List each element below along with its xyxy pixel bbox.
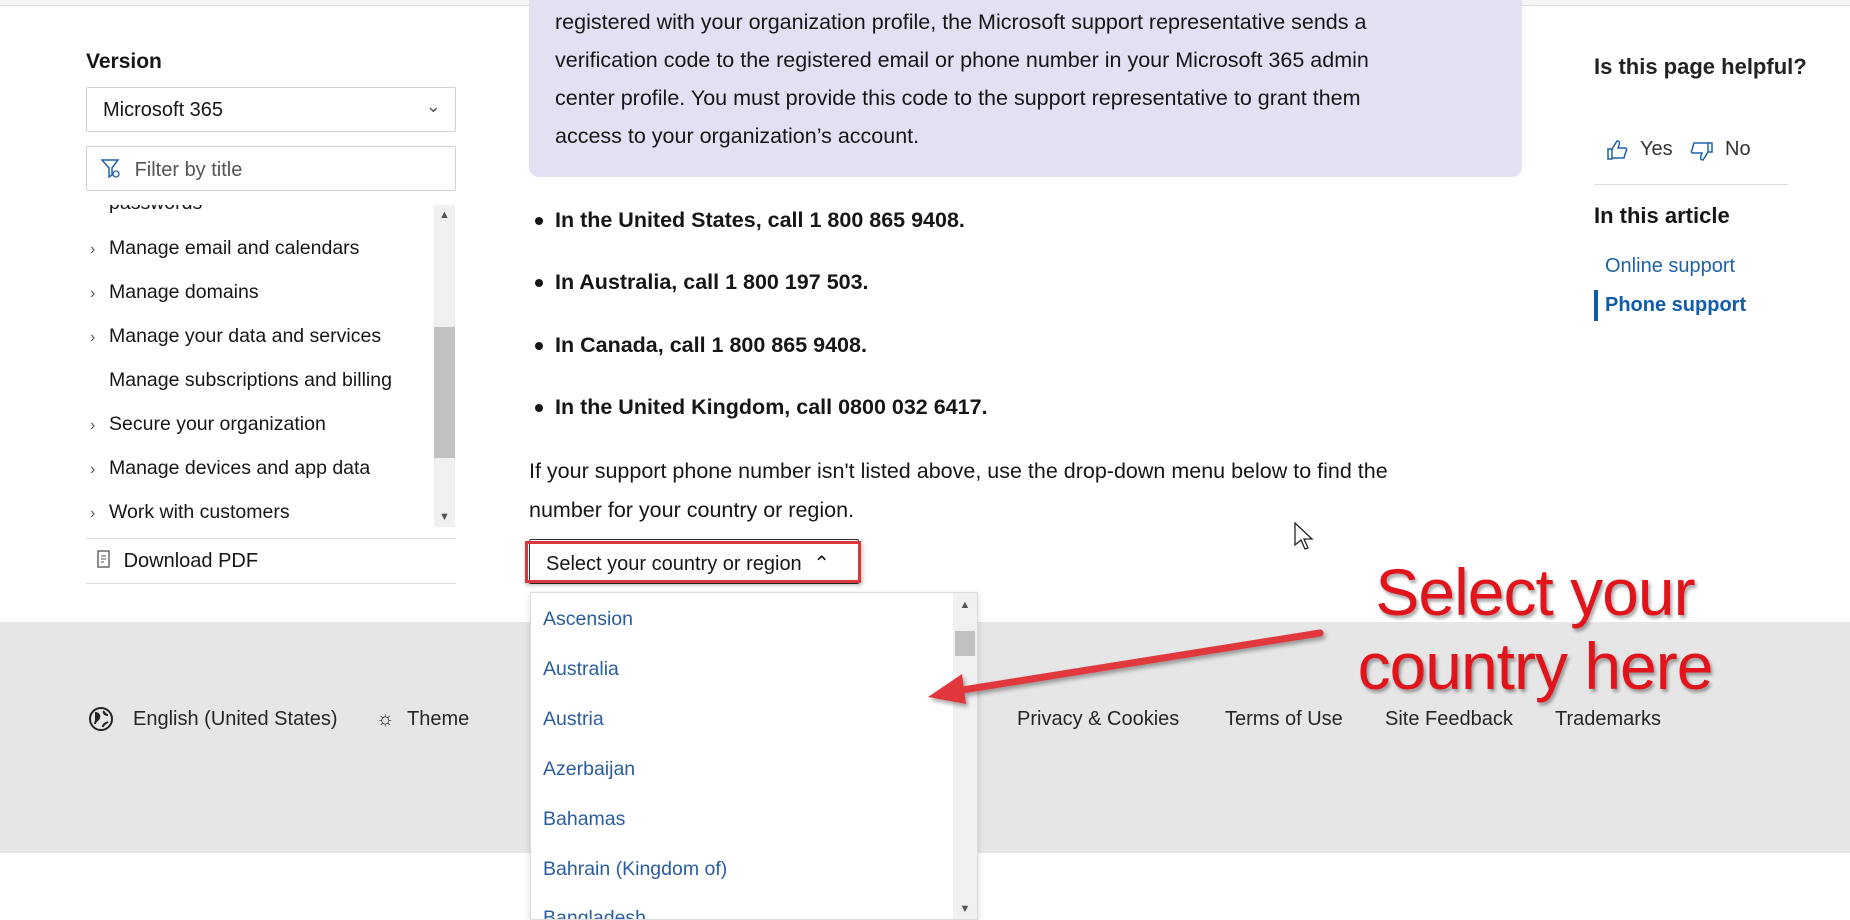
tree-item[interactable]: › Work with customers: [86, 501, 290, 524]
language-selector[interactable]: English (United States): [133, 708, 338, 731]
theme-button[interactable]: Theme: [407, 708, 469, 731]
phone-list-item: In the United States, call 1 800 865 940…: [535, 208, 965, 232]
note-line: verification code to the registered emai…: [555, 48, 1369, 72]
tree-item[interactable]: › Secure your organization: [86, 413, 326, 436]
highlight-box: [525, 541, 861, 583]
country-option[interactable]: Austria: [543, 708, 604, 731]
thumbs-down-icon: [1690, 142, 1713, 161]
chevron-right-icon: ›: [90, 417, 96, 434]
mouse-cursor-icon: [1294, 522, 1314, 550]
chevron-right-icon: ›: [90, 285, 96, 302]
tree-item-label: Manage devices and app data: [109, 457, 371, 479]
download-pdf-label: Download PDF: [123, 550, 259, 572]
tree-item-label: Manage your data and services: [109, 325, 382, 347]
tree-item[interactable]: › Manage email and calendars: [86, 237, 359, 260]
chevron-right-icon: ›: [90, 505, 96, 522]
divider: [1594, 184, 1788, 185]
country-option[interactable]: Azerbaijan: [543, 758, 635, 781]
version-select[interactable]: Microsoft 365 ⌄: [86, 87, 456, 132]
tree-item-label: Manage subscriptions and billing: [109, 369, 392, 391]
country-dropdown-list: Ascension Australia Austria Azerbaijan B…: [530, 592, 978, 920]
annotation-line: Select your: [1375, 555, 1695, 629]
tree-item[interactable]: passwords: [86, 205, 202, 215]
in-this-article-heading: In this article: [1594, 203, 1730, 228]
download-pdf-button[interactable]: Download PDF: [86, 538, 456, 584]
chevron-right-icon: ›: [90, 461, 96, 478]
footer-link-trademarks[interactable]: Trademarks: [1555, 708, 1661, 731]
note-line: registered with your organization profil…: [555, 10, 1367, 34]
note-line: access to your organization’s account.: [555, 124, 920, 148]
toc-link-online-support[interactable]: Online support: [1605, 255, 1735, 278]
country-option[interactable]: Ascension: [543, 608, 633, 631]
scroll-up-icon[interactable]: ▲: [953, 599, 977, 611]
footer-link-feedback[interactable]: Site Feedback: [1385, 708, 1513, 731]
chevron-right-icon: ›: [90, 241, 96, 258]
country-option[interactable]: Australia: [543, 658, 619, 681]
tree-item-label: Manage email and calendars: [109, 237, 360, 259]
toc-link-phone-support[interactable]: Phone support: [1605, 294, 1746, 317]
toc-tree: passwords › Manage email and calendars › M…: [86, 205, 456, 527]
tree-item-label: Manage domains: [109, 281, 259, 303]
scroll-up-icon[interactable]: ▲: [434, 209, 455, 221]
footer-link-privacy[interactable]: Privacy & Cookies: [1017, 708, 1179, 731]
tree-item-label: passwords: [109, 205, 202, 214]
version-label: Version: [86, 50, 162, 73]
yes-button[interactable]: Yes: [1640, 138, 1673, 161]
footer-link-terms[interactable]: Terms of Use: [1225, 708, 1343, 731]
tree-item-label: Secure your organization: [109, 413, 326, 435]
phone-list-item: In Australia, call 1 800 197 503.: [535, 270, 869, 294]
country-option[interactable]: Bahrain (Kingdom of): [543, 858, 727, 881]
pdf-icon: [97, 550, 110, 568]
no-button[interactable]: No: [1725, 138, 1751, 161]
filter-input[interactable]: Filter by title: [86, 146, 456, 191]
helpful-title: Is this page helpful?: [1594, 54, 1807, 79]
active-indicator: [1594, 290, 1598, 321]
sidebar-scroll-thumb[interactable]: [434, 327, 455, 458]
country-option[interactable]: Bangladesh: [543, 907, 646, 919]
phone-list-item: In the United Kingdom, call 0800 032 641…: [535, 395, 988, 419]
annotation-line: country here: [1357, 629, 1714, 703]
sun-icon: ☼: [376, 708, 395, 730]
tree-item[interactable]: › Manage devices and app data: [86, 457, 370, 480]
phone-list-item: In Canada, call 1 800 865 9408.: [535, 333, 867, 357]
annotation-text: Select your country here: [1330, 555, 1740, 703]
paragraph-line: number for your country or region.: [529, 498, 855, 522]
dropdown-scroll-thumb[interactable]: [955, 631, 975, 656]
instruction-paragraph: If your support phone number isn't liste…: [529, 452, 1529, 530]
tree-item-label: Work with customers: [109, 501, 290, 523]
version-value: Microsoft 365: [103, 99, 224, 121]
paragraph-line: If your support phone number isn't liste…: [529, 459, 1388, 483]
country-option[interactable]: Bahamas: [543, 808, 625, 831]
tree-item[interactable]: › Manage your data and services: [86, 325, 381, 348]
note-box: registered with your organization profil…: [529, 0, 1522, 177]
tree-item[interactable]: Manage subscriptions and billing: [86, 369, 392, 392]
tree-item[interactable]: › Manage domains: [86, 281, 259, 304]
chevron-down-icon: ⌄: [425, 96, 441, 116]
chevron-right-icon: ›: [90, 329, 96, 346]
filter-icon: [100, 159, 120, 179]
thumbs-up-icon: [1607, 140, 1628, 160]
note-line: center profile. You must provide this co…: [555, 86, 1361, 110]
globe-icon: [89, 707, 113, 731]
scroll-down-icon[interactable]: ▼: [953, 903, 977, 915]
filter-placeholder: Filter by title: [134, 159, 243, 181]
scroll-down-icon[interactable]: ▼: [434, 511, 455, 523]
